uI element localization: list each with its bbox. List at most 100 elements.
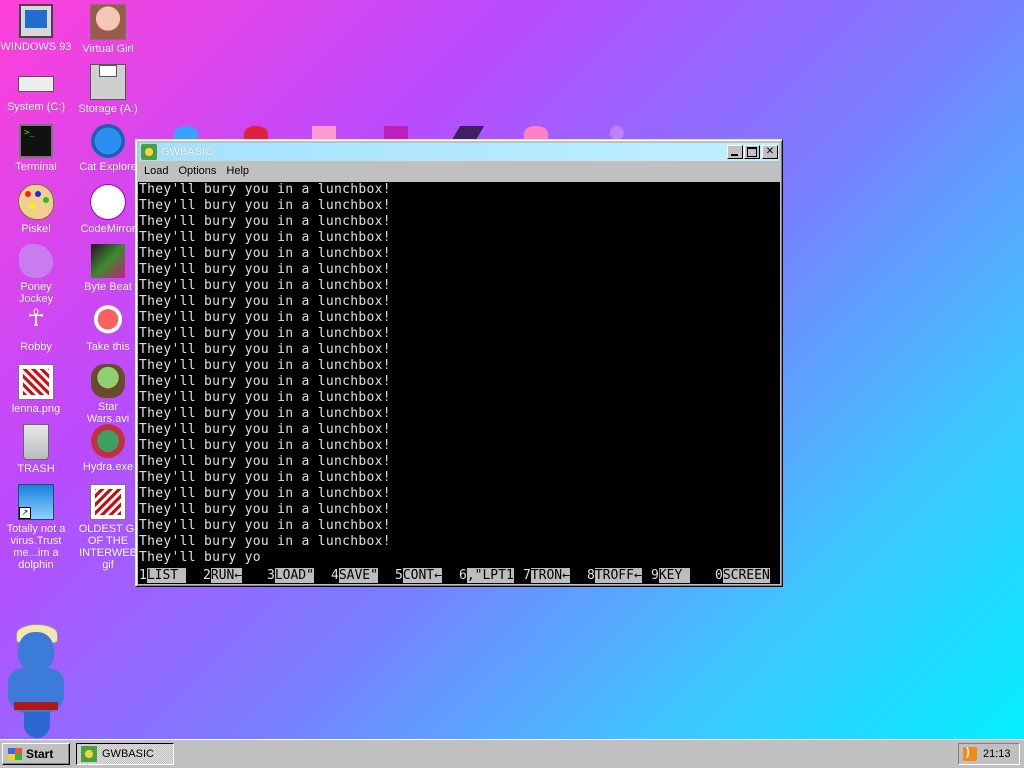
console-line: They'll bury you in a lunchbox! [139, 470, 391, 485]
desktop-icon-hydra[interactable]: Hydra.exe [72, 424, 144, 473]
gif-file-icon [90, 484, 126, 520]
function-key-2[interactable]: 2RUN← [203, 568, 243, 584]
console-line: They'll bury you in a lunchbox! [139, 262, 391, 277]
console-output: They'll bury you in a lunchbox! They'll b… [138, 182, 780, 566]
function-key-number: 7 [523, 568, 531, 583]
function-key-bar: 1LIST 2RUN← 3LOAD" 4SAVE" 5CONT← 6,"LPT1 7TRO… [138, 568, 780, 584]
maximize-button[interactable] [744, 145, 760, 159]
function-key-4[interactable]: 4SAVE" [331, 568, 378, 584]
hidden-desktop-icon [174, 126, 198, 140]
start-button[interactable]: Start [2, 743, 70, 765]
desktop-icon-label: Byte Beat [84, 281, 132, 293]
console-line: They'll bury you in a lunchbox! [139, 310, 391, 325]
desktop-icon-label: Terminal [15, 161, 57, 173]
pixel-character-icon [91, 304, 125, 338]
desktop-icon-label: Piskel [21, 223, 51, 235]
function-key-label: TROFF← [594, 568, 642, 583]
function-key-number: 0 [715, 568, 723, 583]
console-line: They'll bury you in a lunchbox! [139, 342, 391, 357]
menu-load[interactable]: Load [139, 165, 173, 177]
desktop-icon-label: Robby [20, 341, 52, 353]
desktop-icon-dolphin[interactable]: ↗ Totally not a virus.Trust me...im a do… [0, 484, 72, 571]
taskbar: Start GWBASIC 21:13 [0, 739, 1024, 768]
desktop-icon-storage-a[interactable]: Storage (A:) [72, 64, 144, 115]
desktop-icon-piskel[interactable]: Piskel [0, 184, 72, 235]
globe-cat-icon [91, 124, 125, 158]
gwbasic-icon [81, 746, 97, 762]
console-line: They'll bury yo [139, 550, 261, 565]
function-key-label: RUN← [210, 568, 243, 583]
desktop-icon-label: Star Wars.avi [86, 401, 130, 425]
floppy-drive-icon [90, 64, 126, 100]
function-key-label: SCREEN [722, 568, 770, 583]
console-line: They'll bury you in a lunchbox! [139, 358, 391, 373]
desktop-icon-label: WINDOWS 93 [0, 41, 72, 53]
desktop-icon-label: CodeMirror [80, 223, 136, 235]
codemirror-icon [90, 184, 126, 220]
function-key-8[interactable]: 8TROFF← [587, 568, 642, 584]
hidden-desktop-icon [244, 126, 268, 140]
desktop-icon-poney-jockey[interactable]: Poney Jockey [0, 244, 72, 305]
desktop-icon-oldest-gif[interactable]: OLDEST GI OF THE INTERWEB gif [72, 484, 144, 571]
desktop-icon-label: Totally not a virus.Trust me...im a dolp… [6, 523, 66, 571]
desktop-icon-robby[interactable]: Robby [0, 304, 72, 353]
function-key-number: 6 [459, 568, 467, 583]
console-line: They'll bury you in a lunchbox! [139, 198, 391, 213]
minimize-button[interactable] [727, 145, 743, 159]
window-titlebar[interactable]: GWBASIC ✕ [139, 143, 779, 161]
console-line: They'll bury you in a lunchbox! [139, 182, 391, 197]
system-tray: 21:13 [958, 743, 1020, 765]
gwbasic-icon [141, 144, 157, 160]
function-key-5[interactable]: 5CONT← [395, 568, 442, 584]
desktop-icon-trash[interactable]: TRASH [0, 424, 72, 475]
function-key-label: TRON← [530, 568, 570, 583]
desktop-icon-label: Storage (A:) [78, 103, 138, 115]
function-key-7[interactable]: 7TRON← [523, 568, 570, 584]
hydra-icon [91, 424, 125, 458]
genie-assistant-icon[interactable] [4, 624, 66, 740]
console-line: They'll bury you in a lunchbox! [139, 406, 391, 421]
windows-logo-icon [8, 748, 22, 760]
function-key-label: KEY [658, 568, 691, 583]
function-key-9[interactable]: 9KEY [651, 568, 691, 584]
console-line: They'll bury you in a lunchbox! [139, 374, 391, 389]
console-line: They'll bury you in a lunchbox! [139, 230, 391, 245]
hidden-desktop-icon [451, 126, 485, 140]
desktop-icon-virtual-girl[interactable]: Virtual Girl [72, 4, 144, 55]
function-key-label: ,"LPT1 [466, 568, 514, 583]
desktop-icon-label: Hydra.exe [82, 461, 134, 473]
yoda-icon [91, 364, 125, 398]
menu-options[interactable]: Options [173, 165, 221, 177]
desktop-icon-codemirror[interactable]: CodeMirror [72, 184, 144, 235]
desktop-icon-label: TRASH [17, 463, 55, 475]
function-key-0[interactable]: 0SCREEN [715, 568, 770, 584]
taskbar-button-gwbasic[interactable]: GWBASIC [76, 743, 174, 765]
basic-console[interactable]: They'll bury you in a lunchbox! They'll b… [138, 182, 780, 584]
desktop-icon-take-this[interactable]: Take this [72, 304, 144, 353]
console-line: They'll bury you in a lunchbox! [139, 294, 391, 309]
terminal-icon [19, 124, 53, 158]
menu-help[interactable]: Help [221, 165, 254, 177]
hard-drive-icon [18, 76, 54, 92]
console-line: They'll bury you in a lunchbox! [139, 246, 391, 261]
desktop-icon-star-wars[interactable]: Star Wars.avi [72, 364, 144, 425]
console-line: They'll bury you in a lunchbox! [139, 278, 391, 293]
computer-icon [19, 4, 53, 38]
desktop-icon-terminal[interactable]: Terminal [0, 124, 72, 173]
function-key-3[interactable]: 3LOAD" [267, 568, 314, 584]
gwbasic-window: GWBASIC ✕ Load Options Help They'll bury… [135, 139, 783, 587]
hidden-desktop-icon [610, 126, 624, 140]
close-button[interactable]: ✕ [762, 145, 778, 159]
desktop-icon-label: Cat Explore [79, 161, 137, 173]
stick-figure-icon [19, 304, 53, 338]
desktop-icon-lenna[interactable]: lenna.png [0, 364, 72, 415]
rss-icon[interactable] [963, 746, 977, 761]
function-key-1[interactable]: 1LIST [139, 568, 186, 584]
desktop-icon-cat-explorer[interactable]: Cat Explore [72, 124, 144, 173]
console-line: They'll bury you in a lunchbox! [139, 390, 391, 405]
desktop-icon-byte-beat[interactable]: Byte Beat [72, 244, 144, 293]
function-key-number: 4 [331, 568, 339, 583]
desktop-icon-system-c[interactable]: System (C:) [0, 64, 72, 113]
function-key-6[interactable]: 6,"LPT1 [459, 568, 514, 584]
desktop-icon-windows93[interactable]: WINDOWS 93 [0, 4, 72, 53]
